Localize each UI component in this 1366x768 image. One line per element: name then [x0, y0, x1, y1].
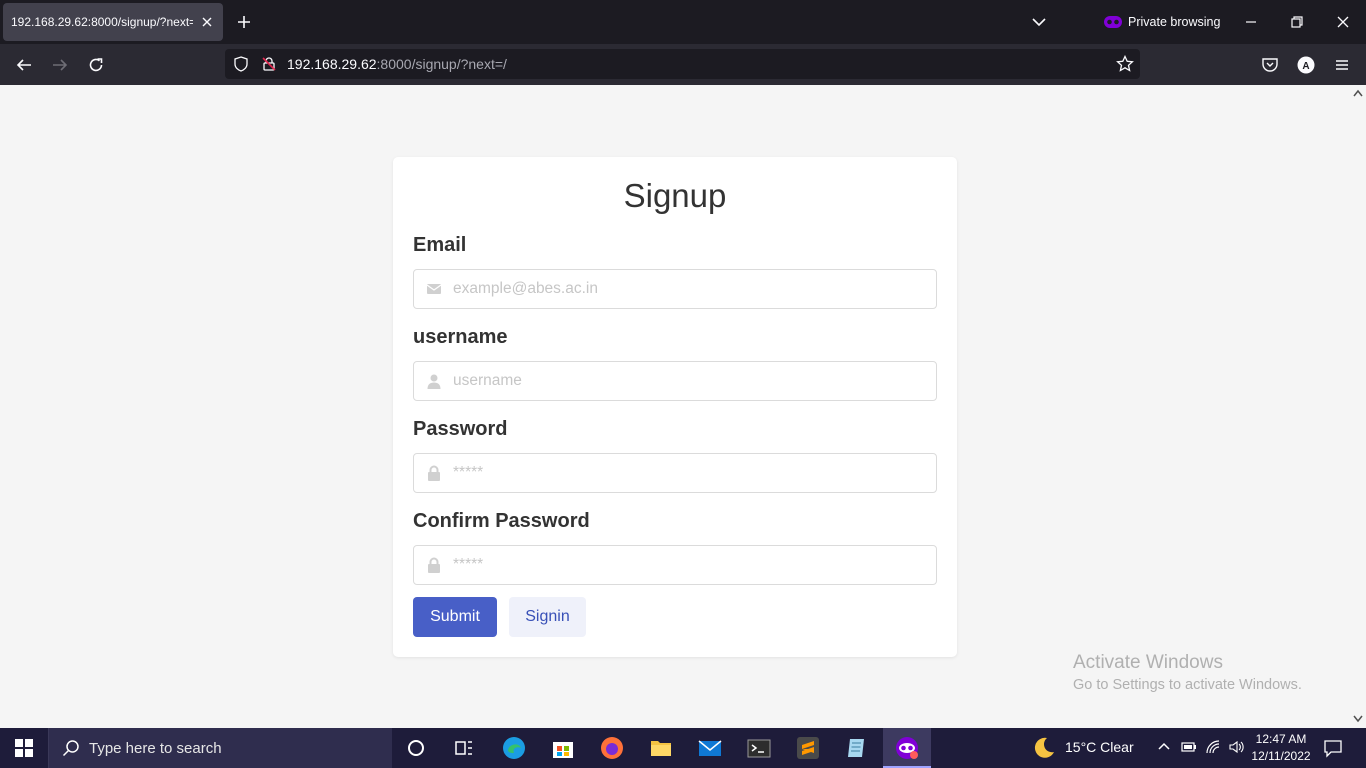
password-field-wrapper [413, 453, 937, 493]
password-input[interactable] [453, 454, 923, 492]
lock-icon [428, 557, 440, 573]
clock-time: 12:47 AM [1255, 732, 1307, 746]
notepad-icon[interactable] [845, 736, 869, 760]
activate-windows-subtitle: Go to Settings to activate Windows. [1073, 677, 1302, 693]
lock-icon [428, 465, 440, 481]
windows-taskbar: Type here to search 15°C Clear 12:47 AM … [0, 728, 1366, 768]
username-field-wrapper [413, 361, 937, 401]
reload-icon[interactable] [87, 56, 105, 74]
page-content: Signup Email username Password Confirm P… [0, 85, 1349, 728]
email-field-wrapper [413, 269, 937, 309]
forward-icon[interactable] [51, 56, 69, 74]
confirm-password-label: Confirm Password [413, 510, 590, 532]
vertical-scrollbar[interactable] [1349, 85, 1366, 728]
battery-icon[interactable] [1181, 739, 1197, 755]
username-label: username [413, 326, 508, 348]
browser-tab-bar: 192.168.29.62:8000/signup/?next=/ Privat… [0, 0, 1366, 44]
submit-button[interactable]: Submit [413, 597, 497, 637]
activate-windows-title: Activate Windows [1073, 652, 1223, 673]
clock[interactable]: 12:47 AM 12/11/2022 [1250, 731, 1312, 765]
cortana-icon[interactable] [404, 736, 428, 760]
app-menu-icon[interactable] [1333, 56, 1351, 74]
new-tab-icon[interactable] [236, 14, 252, 30]
password-label: Password [413, 418, 508, 440]
envelope-icon [426, 284, 442, 294]
signup-card: Signup Email username Password Confirm P… [393, 157, 957, 657]
pocket-icon[interactable] [1261, 56, 1279, 74]
private-label: Private browsing [1128, 15, 1221, 29]
browser-tab[interactable]: 192.168.29.62:8000/signup/?next=/ [3, 3, 223, 41]
terminal-icon[interactable] [747, 736, 771, 760]
minimize-icon[interactable] [1243, 14, 1259, 30]
confirm-password-field-wrapper [413, 545, 937, 585]
restore-icon[interactable] [1289, 14, 1305, 30]
close-tab-icon[interactable] [199, 14, 215, 30]
browser-nav-bar: 192.168.29.62:8000/signup/?next=/ A [0, 44, 1366, 86]
clock-date: 12/11/2022 [1251, 749, 1311, 763]
url-text[interactable]: 192.168.29.62:8000/signup/?next=/ [287, 56, 507, 72]
insecure-lock-icon[interactable] [261, 56, 277, 72]
account-avatar-icon[interactable]: A [1297, 56, 1315, 74]
email-input[interactable] [453, 270, 923, 308]
edge-icon[interactable] [502, 736, 526, 760]
private-browsing-indicator: Private browsing [1104, 13, 1220, 31]
list-all-tabs-icon[interactable] [1031, 15, 1047, 29]
user-icon [427, 374, 441, 389]
mail-icon[interactable] [698, 736, 722, 760]
email-label: Email [413, 234, 467, 256]
taskbar-search[interactable]: Type here to search [48, 728, 392, 768]
volume-icon[interactable] [1228, 739, 1244, 755]
scroll-up-icon[interactable] [1353, 89, 1363, 97]
scroll-down-icon[interactable] [1353, 715, 1363, 723]
search-placeholder: Type here to search [89, 740, 222, 757]
task-view-icon[interactable] [452, 736, 476, 760]
weather-text[interactable]: 15°C Clear [1065, 739, 1134, 755]
wifi-icon[interactable] [1205, 739, 1221, 755]
taskbar-active-app[interactable] [883, 728, 931, 768]
moon-weather-icon [1034, 737, 1054, 758]
search-icon [62, 740, 79, 757]
confirm-password-input[interactable] [453, 546, 923, 584]
chevron-up-icon[interactable] [1156, 738, 1172, 754]
firefox-icon[interactable] [600, 736, 624, 760]
bookmark-star-icon[interactable] [1116, 55, 1134, 73]
store-icon[interactable] [551, 736, 575, 760]
username-input[interactable] [453, 362, 923, 400]
tracking-protection-shield-icon[interactable] [233, 56, 249, 72]
windows-logo-icon [15, 739, 33, 757]
signin-button[interactable]: Signin [509, 597, 586, 637]
address-bar[interactable]: 192.168.29.62:8000/signup/?next=/ [225, 49, 1140, 79]
start-button[interactable] [0, 728, 48, 768]
private-mask-icon [1104, 16, 1122, 28]
url-host: 192.168.29.62 [287, 56, 377, 72]
url-path: :8000/signup/?next=/ [376, 56, 507, 72]
firefox-private-icon [896, 737, 918, 759]
back-icon[interactable] [15, 56, 33, 74]
notifications-icon[interactable] [1323, 738, 1343, 758]
close-window-icon[interactable] [1335, 14, 1351, 30]
page-title: Signup [623, 177, 727, 214]
sublime-text-icon[interactable] [796, 736, 820, 760]
svg-text:A: A [1302, 61, 1309, 72]
tab-title: 192.168.29.62:8000/signup/?next=/ [11, 15, 193, 29]
file-explorer-icon[interactable] [649, 736, 673, 760]
